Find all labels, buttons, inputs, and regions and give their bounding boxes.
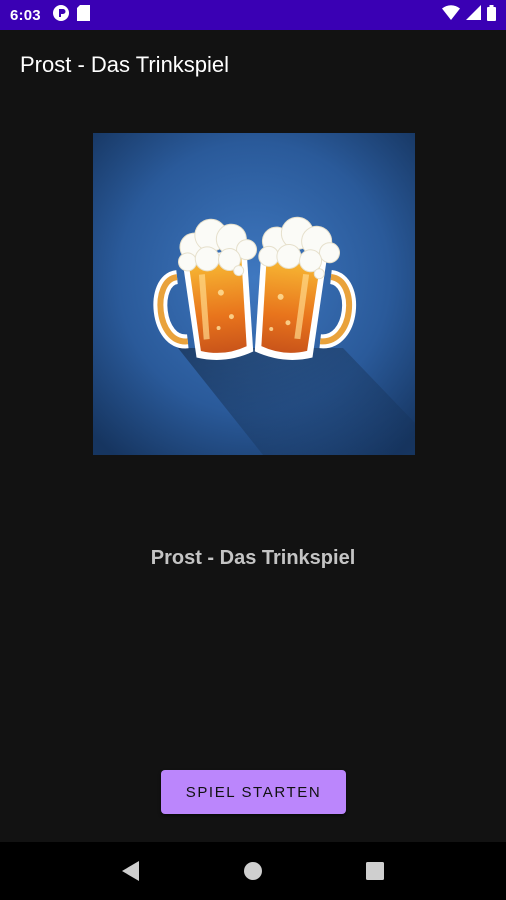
sd-card-icon: [76, 4, 90, 26]
app-title: Prost - Das Trinkspiel: [20, 52, 230, 77]
signal-icon: [466, 5, 481, 25]
wifi-icon: [442, 5, 460, 25]
back-icon[interactable]: [111, 851, 151, 891]
recents-icon[interactable]: [355, 851, 395, 891]
game-title: Prost - Das Trinkspiel: [150, 547, 356, 569]
status-time: 6:03: [10, 6, 41, 24]
start-game-button[interactable]: SPIEL STARTEN: [161, 770, 346, 814]
notification-app-icon: [52, 4, 69, 26]
navigation-bar: [0, 842, 506, 900]
app-bar: Prost - Das Trinkspiel: [0, 30, 506, 100]
battery-icon: [487, 4, 496, 26]
beer-mugs-cheers-image: [93, 133, 415, 455]
home-icon[interactable]: [233, 851, 273, 891]
status-bar: 6:03: [0, 0, 506, 30]
